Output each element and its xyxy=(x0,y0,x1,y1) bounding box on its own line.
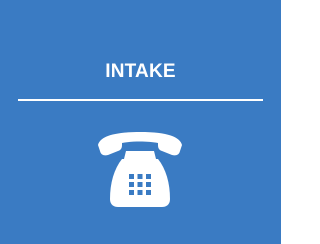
title-divider xyxy=(18,99,263,101)
intake-tile[interactable]: INTAKE xyxy=(0,0,281,244)
telephone-icon xyxy=(98,132,182,207)
tile-title: INTAKE xyxy=(105,61,176,82)
